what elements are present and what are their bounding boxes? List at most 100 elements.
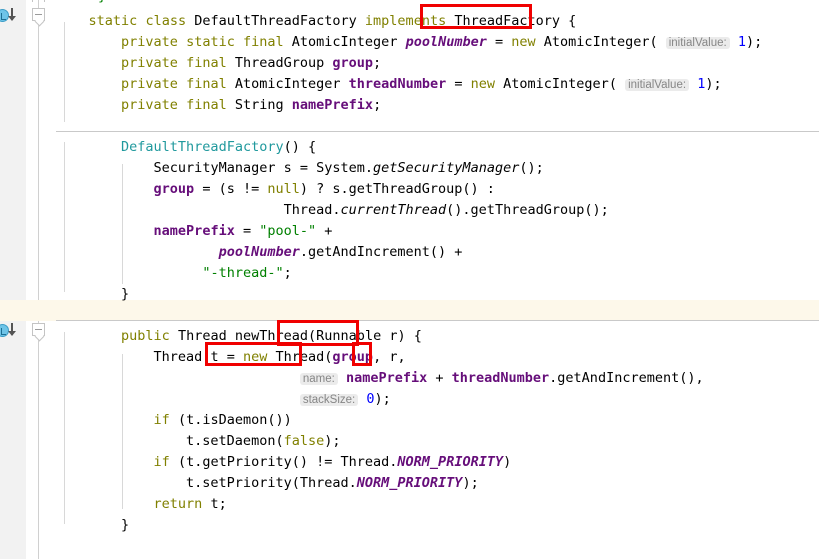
code-token: Thread bbox=[299, 475, 349, 491]
indent-guide bbox=[122, 354, 123, 509]
code-line[interactable]: private final String namePrefix; bbox=[56, 95, 381, 116]
code-token: group bbox=[153, 181, 195, 197]
code-line[interactable]: private final ThreadGroup group; bbox=[56, 53, 381, 74]
fold-region-end-icon[interactable] bbox=[32, 0, 45, 2]
overriding-method-marker[interactable] bbox=[0, 323, 22, 339]
code-token: DefaultThreadFactory bbox=[121, 139, 284, 155]
code-token: public bbox=[121, 328, 170, 344]
code-token: ThreadFactory bbox=[454, 13, 561, 29]
code-token: Thread bbox=[177, 328, 227, 344]
code-token: NORM_PRIORITY bbox=[356, 475, 463, 491]
code-token: ); bbox=[462, 475, 479, 491]
code-token: } bbox=[56, 286, 130, 302]
code-line[interactable]: t.setDaemon(false); bbox=[56, 431, 340, 452]
code-line[interactable]: private final AtomicInteger threadNumber… bbox=[56, 74, 722, 95]
code-token: t; bbox=[202, 496, 227, 512]
code-token: implements bbox=[364, 13, 447, 29]
code-line[interactable]: DefaultThreadFactory() { bbox=[56, 137, 316, 158]
code-line[interactable]: name: namePrefix + threadNumber.getAndIn… bbox=[56, 368, 704, 389]
code-token: r) { bbox=[381, 328, 422, 344]
code-token: stackSize: bbox=[299, 394, 359, 406]
code-line[interactable]: if (t.isDaemon()) bbox=[56, 410, 292, 431]
code-line[interactable]: Thread t = new Thread(group, r, bbox=[56, 347, 406, 368]
fold-gutter[interactable] bbox=[26, 0, 56, 559]
code-token: Thread bbox=[275, 349, 325, 365]
code-token: .getAndIncrement() + bbox=[299, 244, 463, 260]
fold-region-line bbox=[38, 0, 39, 559]
code-line[interactable]: static class DefaultThreadFactory implem… bbox=[56, 11, 577, 32]
down-arrow-icon[interactable] bbox=[8, 8, 16, 21]
implementing-method-marker[interactable] bbox=[0, 8, 22, 24]
code-token: private bbox=[121, 76, 178, 92]
code-line[interactable]: "-thread-"; bbox=[56, 263, 291, 284]
code-token: String bbox=[234, 97, 284, 113]
code-token: name: bbox=[299, 373, 338, 385]
fold-collapse-icon[interactable] bbox=[32, 323, 45, 336]
code-editor[interactable]: static class DefaultThreadFactory implem… bbox=[0, 0, 819, 559]
code-token: ); bbox=[705, 76, 722, 92]
editor-gutter[interactable] bbox=[0, 0, 26, 559]
indent-guide bbox=[64, 22, 65, 122]
code-line[interactable]: if (t.getPriority() != Thread.NORM_PRIOR… bbox=[56, 452, 512, 473]
code-line[interactable]: } bbox=[56, 515, 129, 536]
code-line[interactable]: poolNumber.getAndIncrement() + bbox=[56, 242, 463, 263]
code-token: AtomicInteger bbox=[234, 76, 341, 92]
code-token: final bbox=[186, 76, 227, 92]
code-token: 1 bbox=[737, 34, 746, 50]
clipped-top-line: } bbox=[98, 0, 106, 7]
code-line[interactable]: public Thread newThread(Runnable r) { bbox=[56, 326, 422, 347]
code-token: = bbox=[486, 34, 512, 50]
code-token: t = bbox=[202, 349, 243, 365]
indent-guide bbox=[64, 332, 65, 524]
code-token: newThread bbox=[234, 328, 309, 344]
down-arrow-icon[interactable] bbox=[8, 323, 16, 336]
code-token: currentThread bbox=[340, 202, 447, 218]
indent-guide bbox=[122, 164, 123, 284]
code-line[interactable]: stackSize: 0); bbox=[56, 389, 391, 410]
code-token: private bbox=[121, 97, 178, 113]
code-line[interactable]: SecurityManager s = System.getSecurityMa… bbox=[56, 158, 544, 179]
code-line[interactable] bbox=[56, 0, 89, 11]
code-line[interactable]: private static final AtomicInteger poolN… bbox=[56, 32, 762, 53]
code-token: AtomicInteger bbox=[543, 34, 650, 50]
code-line[interactable]: Thread.currentThread().getThreadGroup(); bbox=[56, 200, 609, 221]
code-token: poolNumber bbox=[218, 244, 300, 260]
code-token: { bbox=[560, 13, 577, 29]
code-token: ); bbox=[374, 391, 391, 407]
fold-collapse-icon[interactable] bbox=[32, 8, 45, 21]
code-token: ) ? s.getThreadGroup() : bbox=[299, 181, 495, 197]
code-token: namePrefix bbox=[153, 223, 235, 239]
code-token: threadNumber bbox=[451, 370, 550, 386]
code-line[interactable]: return t; bbox=[56, 494, 227, 515]
code-line[interactable]: t.setPriority(Thread.NORM_PRIORITY); bbox=[56, 473, 479, 494]
code-token: group bbox=[332, 349, 374, 365]
code-line[interactable]: namePrefix = "pool-" + bbox=[56, 221, 333, 242]
code-token: (t.isDaemon()) bbox=[169, 412, 292, 428]
code-token: Thread bbox=[283, 202, 333, 218]
code-line[interactable]: } bbox=[56, 284, 129, 305]
code-token: private bbox=[121, 55, 178, 71]
code-token: ; bbox=[373, 97, 382, 113]
code-token: . bbox=[364, 160, 374, 176]
code-surface[interactable]: static class DefaultThreadFactory implem… bbox=[0, 0, 819, 559]
